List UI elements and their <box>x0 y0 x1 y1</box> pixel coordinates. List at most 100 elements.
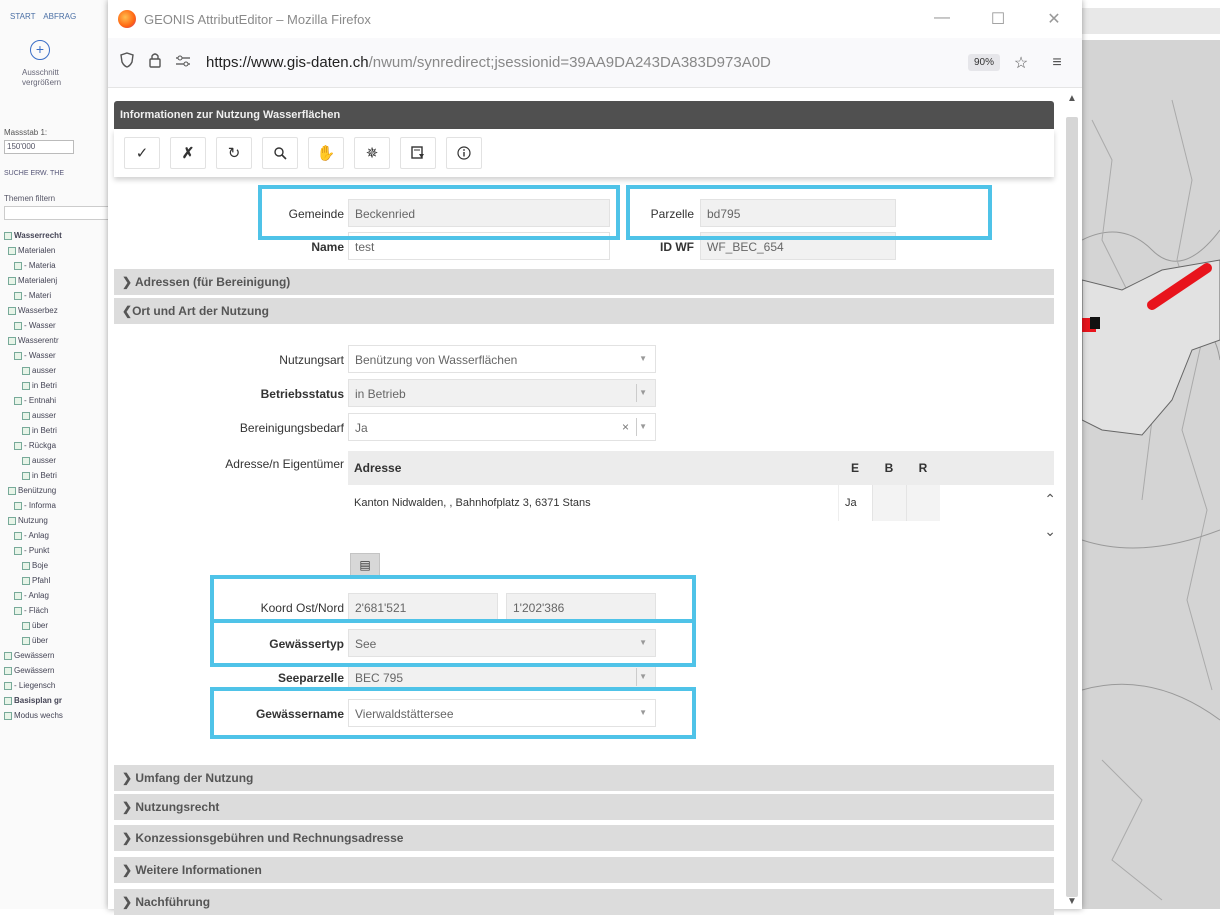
lock-icon[interactable] <box>144 52 166 73</box>
layer-checkbox[interactable] <box>22 576 30 585</box>
scroll-up-icon[interactable]: ▲ <box>1067 93 1077 104</box>
shield-icon[interactable] <box>116 52 138 73</box>
search-tabs[interactable]: SUCHE ERW. THE <box>4 170 64 177</box>
layer-checkbox[interactable] <box>22 381 30 390</box>
layer-checkbox[interactable] <box>22 561 30 570</box>
layer-tree-item[interactable]: Wasserrecht <box>2 228 112 243</box>
name-field[interactable]: test <box>348 232 610 260</box>
layer-checkbox[interactable] <box>22 636 30 645</box>
check-icon[interactable]: ✓ <box>124 137 160 169</box>
layer-checkbox[interactable] <box>14 546 22 555</box>
table-scroll-up-icon[interactable]: ⌃ <box>1044 491 1056 508</box>
layer-tree-item[interactable]: - Materia <box>2 258 112 273</box>
koord-ost-field[interactable]: 2'681'521 <box>348 593 498 621</box>
layer-tree-item[interactable]: - Punkt <box>2 543 112 558</box>
layer-checkbox[interactable] <box>4 666 12 675</box>
section-nachfuehrung[interactable]: ❯ Nachführung <box>114 889 1054 915</box>
layer-tree-item[interactable]: Materialen <box>2 243 112 258</box>
layer-tree-item[interactable]: - Informa <box>2 498 112 513</box>
refresh-icon[interactable]: ↻ <box>216 137 252 169</box>
layer-checkbox[interactable] <box>14 261 22 270</box>
layer-tree-item[interactable]: Wasserentr <box>2 333 112 348</box>
highlight-icon[interactable]: ✵ <box>354 137 390 169</box>
tab-abfrage[interactable]: ABFRAG <box>43 12 76 21</box>
layer-tree-item[interactable]: in Betri <box>2 378 112 393</box>
layer-checkbox[interactable] <box>4 696 12 705</box>
parzelle-field[interactable]: bd795 <box>700 199 896 227</box>
layer-checkbox[interactable] <box>14 501 22 510</box>
layer-tree-item[interactable]: Boje <box>2 558 112 573</box>
layer-tree-item[interactable]: ausser <box>2 408 112 423</box>
pan-icon[interactable]: ✋ <box>308 137 344 169</box>
betriebsstatus-select[interactable]: in Betrieb ▼ <box>348 379 656 407</box>
layer-tree-item[interactable]: - Wasser <box>2 348 112 363</box>
layer-tree-item[interactable]: Pfahl <box>2 573 112 588</box>
layer-tree-item[interactable]: - Fläch <box>2 603 112 618</box>
section-nutzungsrecht[interactable]: ❯ Nutzungsrecht <box>114 794 1054 820</box>
layer-tree-item[interactable]: über <box>2 618 112 633</box>
page-scrollbar[interactable]: ▲ ▼ <box>1062 89 1082 909</box>
layer-tree-item[interactable]: ausser <box>2 453 112 468</box>
layer-checkbox[interactable] <box>14 606 22 615</box>
layer-tree-item[interactable]: Modus wechs <box>2 708 112 723</box>
table-row[interactable]: Kanton Nidwalden, , Bahnhofplatz 3, 6371… <box>348 485 1054 521</box>
filter-icon[interactable] <box>400 137 436 169</box>
close-icon[interactable]: ✕ <box>1026 9 1082 29</box>
layer-tree-item[interactable]: - Wasser <box>2 318 112 333</box>
layer-tree-item[interactable]: ausser <box>2 363 112 378</box>
layer-checkbox[interactable] <box>22 621 30 630</box>
layer-tree-item[interactable]: - Anlag <box>2 588 112 603</box>
themen-filter-input[interactable] <box>4 206 112 220</box>
layer-checkbox[interactable] <box>8 246 16 255</box>
layer-tree-item[interactable]: - Materi <box>2 288 112 303</box>
layer-checkbox[interactable] <box>22 411 30 420</box>
layer-checkbox[interactable] <box>8 276 16 285</box>
section-umfang[interactable]: ❯ Umfang der Nutzung <box>114 765 1054 791</box>
minimize-icon[interactable]: — <box>914 9 970 29</box>
section-weitere[interactable]: ❯ Weitere Informationen <box>114 857 1054 883</box>
gewaessertyp-select[interactable]: See ▼ <box>348 629 656 657</box>
cut-icon[interactable]: ✗ <box>170 137 206 169</box>
layer-tree-item[interactable]: - Entnahi <box>2 393 112 408</box>
table-scroll-down-icon[interactable]: ⌄ <box>1044 523 1056 540</box>
layer-checkbox[interactable] <box>22 471 30 480</box>
layer-checkbox[interactable] <box>14 291 22 300</box>
seeparzelle-select[interactable]: BEC 795 ▼ <box>348 663 656 691</box>
layer-tree-item[interactable]: Wasserbez <box>2 303 112 318</box>
section-ort[interactable]: ❮​Ort und Art der Nutzung <box>114 298 1054 324</box>
bookmark-star-icon[interactable]: ☆ <box>1010 53 1032 73</box>
layer-checkbox[interactable] <box>14 321 22 330</box>
layer-tree-item[interactable]: - Rückga <box>2 438 112 453</box>
permissions-icon[interactable] <box>172 54 194 72</box>
info-icon[interactable] <box>446 137 482 169</box>
layer-tree-item[interactable]: Gewässern <box>2 648 112 663</box>
nutzungsart-select[interactable]: Benützung von Wasserflächen ▼ <box>348 345 656 373</box>
layer-tree-item[interactable]: Basisplan gr <box>2 693 112 708</box>
url-bar[interactable]: https://www.gis-daten.ch/nwum/synredirec… <box>206 54 958 71</box>
layer-tree-item[interactable]: Nutzung <box>2 513 112 528</box>
section-konzession[interactable]: ❯ Konzessionsgebühren und Rechnungsadres… <box>114 825 1054 851</box>
zoom-in-icon[interactable]: + <box>30 40 50 60</box>
layer-checkbox[interactable] <box>8 336 16 345</box>
scroll-down-icon[interactable]: ▼ <box>1067 896 1077 907</box>
layer-tree-item[interactable]: Gewässern <box>2 663 112 678</box>
layer-checkbox[interactable] <box>14 531 22 540</box>
layer-checkbox[interactable] <box>4 651 12 660</box>
zoom-level-badge[interactable]: 90% <box>967 54 1000 71</box>
layer-tree-item[interactable]: Materialenj <box>2 273 112 288</box>
layer-checkbox[interactable] <box>14 351 22 360</box>
layer-checkbox[interactable] <box>8 516 16 525</box>
layer-tree-item[interactable]: in Betri <box>2 423 112 438</box>
layer-tree-item[interactable]: in Betri <box>2 468 112 483</box>
layer-checkbox[interactable] <box>22 456 30 465</box>
layer-checkbox[interactable] <box>4 711 12 720</box>
add-address-button[interactable]: ▤ <box>350 553 380 577</box>
layer-tree-item[interactable]: - Anlag <box>2 528 112 543</box>
layer-checkbox[interactable] <box>14 441 22 450</box>
koord-nord-field[interactable]: 1'202'386 <box>506 593 656 621</box>
menu-icon[interactable]: ≡ <box>1046 54 1068 72</box>
layer-tree-item[interactable]: Benützung <box>2 483 112 498</box>
scale-input[interactable]: 150'000 <box>4 140 74 154</box>
layer-checkbox[interactable] <box>8 486 16 495</box>
gewaessername-select[interactable]: Vierwaldstättersee ▼ <box>348 699 656 727</box>
